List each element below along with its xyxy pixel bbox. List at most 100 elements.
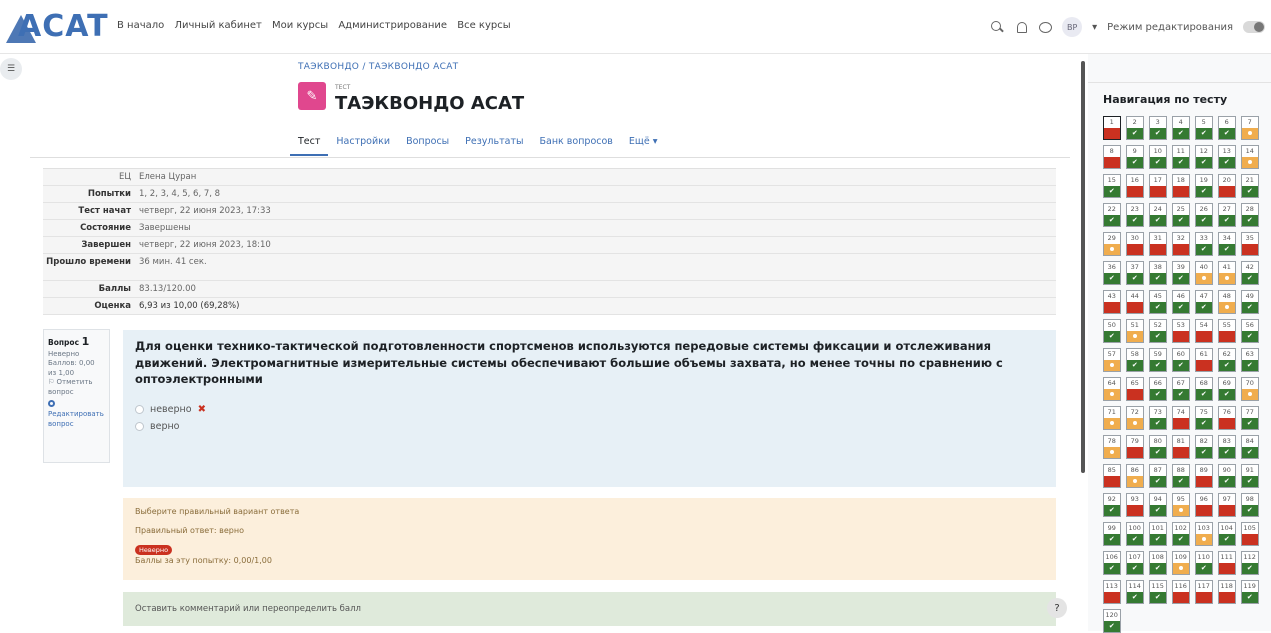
question-nav-button[interactable]: 24 ✔ <box>1149 203 1167 227</box>
question-nav-button[interactable]: 82 ✔ <box>1195 435 1213 459</box>
question-nav-button[interactable]: 48 <box>1218 290 1236 314</box>
question-nav-button[interactable]: 35 <box>1241 232 1259 256</box>
question-nav-button[interactable]: 49 ✔ <box>1241 290 1259 314</box>
question-nav-button[interactable]: 46 ✔ <box>1172 290 1190 314</box>
question-nav-button[interactable]: 97 <box>1218 493 1236 517</box>
menu-item-admin[interactable]: Администрирование <box>338 20 447 31</box>
question-nav-button[interactable]: 117 <box>1195 580 1213 604</box>
question-nav-button[interactable]: 10 ✔ <box>1149 145 1167 169</box>
question-nav-button[interactable]: 61 <box>1195 348 1213 372</box>
scrollbar[interactable] <box>1081 61 1085 473</box>
tab-quiz[interactable]: Тест <box>290 130 329 156</box>
question-nav-button[interactable]: 71 <box>1103 406 1121 430</box>
tab-more[interactable]: Ещё ▾ <box>621 130 666 156</box>
question-nav-button[interactable]: 37 ✔ <box>1126 261 1144 285</box>
flag-question-link[interactable]: ⚐ Отметить вопрос <box>48 378 105 397</box>
question-nav-button[interactable]: 114 ✔ <box>1126 580 1144 604</box>
question-nav-button[interactable]: 104 ✔ <box>1218 522 1236 546</box>
question-nav-button[interactable]: 6 ✔ <box>1218 116 1236 140</box>
question-nav-button[interactable]: 103 <box>1195 522 1213 546</box>
question-nav-button[interactable]: 84 ✔ <box>1241 435 1259 459</box>
gear-icon[interactable] <box>48 400 55 408</box>
question-nav-button[interactable]: 22 ✔ <box>1103 203 1121 227</box>
question-nav-button[interactable]: 74 <box>1172 406 1190 430</box>
question-nav-button[interactable]: 50 ✔ <box>1103 319 1121 343</box>
question-nav-button[interactable]: 40 <box>1195 261 1213 285</box>
question-nav-button[interactable]: 5 ✔ <box>1195 116 1213 140</box>
question-nav-button[interactable]: 14 <box>1241 145 1259 169</box>
question-nav-button[interactable]: 53 <box>1172 319 1190 343</box>
question-nav-button[interactable]: 25 ✔ <box>1172 203 1190 227</box>
question-nav-button[interactable]: 106 ✔ <box>1103 551 1121 575</box>
tab-questions[interactable]: Вопросы <box>398 130 457 156</box>
question-nav-button[interactable]: 66 ✔ <box>1149 377 1167 401</box>
tab-question-bank[interactable]: Банк вопросов <box>531 130 620 156</box>
radio-button[interactable] <box>135 405 144 415</box>
question-nav-button[interactable]: 30 <box>1126 232 1144 256</box>
question-nav-button[interactable]: 94 ✔ <box>1149 493 1167 517</box>
comment-link[interactable]: Оставить комментарий или переопределить … <box>123 592 1056 626</box>
question-nav-button[interactable]: 119 ✔ <box>1241 580 1259 604</box>
question-nav-button[interactable]: 21 ✔ <box>1241 174 1259 198</box>
question-nav-button[interactable]: 3 ✔ <box>1149 116 1167 140</box>
question-nav-button[interactable]: 116 <box>1172 580 1190 604</box>
drawer-toggle-icon[interactable]: ☰ <box>0 58 22 80</box>
question-nav-button[interactable]: 4 ✔ <box>1172 116 1190 140</box>
question-nav-button[interactable]: 67 ✔ <box>1172 377 1190 401</box>
question-nav-button[interactable]: 39 ✔ <box>1172 261 1190 285</box>
breadcrumb[interactable]: ТАЭКВОНДО / ТАЭКВОНДО АСАТ <box>298 62 458 72</box>
chevron-down-icon[interactable]: ▾ <box>1092 22 1097 33</box>
tab-settings[interactable]: Настройки <box>328 130 398 156</box>
question-nav-button[interactable]: 34 ✔ <box>1218 232 1236 256</box>
search-icon[interactable] <box>990 20 1004 34</box>
question-nav-button[interactable]: 15 ✔ <box>1103 174 1121 198</box>
question-nav-button[interactable]: 20 <box>1218 174 1236 198</box>
attempts-links[interactable]: 1, 2, 3, 4, 5, 6, 7, 8 <box>135 186 1056 202</box>
question-nav-button[interactable]: 23 ✔ <box>1126 203 1144 227</box>
question-nav-button[interactable]: 80 ✔ <box>1149 435 1167 459</box>
tab-results[interactable]: Результаты <box>457 130 531 156</box>
question-nav-button[interactable]: 33 ✔ <box>1195 232 1213 256</box>
question-nav-button[interactable]: 62 ✔ <box>1218 348 1236 372</box>
question-nav-button[interactable]: 96 <box>1195 493 1213 517</box>
help-icon[interactable]: ? <box>1047 598 1067 618</box>
question-nav-button[interactable]: 76 <box>1218 406 1236 430</box>
edit-question-link[interactable]: Редактировать вопрос <box>48 410 105 429</box>
question-nav-button[interactable]: 77 ✔ <box>1241 406 1259 430</box>
question-nav-button[interactable]: 11 ✔ <box>1172 145 1190 169</box>
question-nav-button[interactable]: 51 <box>1126 319 1144 343</box>
question-nav-button[interactable]: 42 ✔ <box>1241 261 1259 285</box>
question-nav-button[interactable]: 92 ✔ <box>1103 493 1121 517</box>
question-nav-button[interactable]: 13 ✔ <box>1218 145 1236 169</box>
question-nav-button[interactable]: 17 <box>1149 174 1167 198</box>
question-nav-button[interactable]: 81 <box>1172 435 1190 459</box>
question-nav-button[interactable]: 58 ✔ <box>1126 348 1144 372</box>
question-nav-button[interactable]: 108 ✔ <box>1149 551 1167 575</box>
question-nav-button[interactable]: 110 ✔ <box>1195 551 1213 575</box>
question-nav-button[interactable]: 52 ✔ <box>1149 319 1167 343</box>
question-nav-button[interactable]: 93 <box>1126 493 1144 517</box>
radio-button[interactable] <box>135 422 144 432</box>
question-nav-button[interactable]: 41 <box>1218 261 1236 285</box>
question-nav-button[interactable]: 38 ✔ <box>1149 261 1167 285</box>
question-nav-button[interactable]: 63 ✔ <box>1241 348 1259 372</box>
question-nav-button[interactable]: 86 <box>1126 464 1144 488</box>
question-nav-button[interactable]: 8 <box>1103 145 1121 169</box>
question-nav-button[interactable]: 89 <box>1195 464 1213 488</box>
question-nav-button[interactable]: 68 ✔ <box>1195 377 1213 401</box>
question-nav-button[interactable]: 69 ✔ <box>1218 377 1236 401</box>
question-nav-button[interactable]: 98 ✔ <box>1241 493 1259 517</box>
question-nav-button[interactable]: 90 ✔ <box>1218 464 1236 488</box>
question-nav-button[interactable]: 27 ✔ <box>1218 203 1236 227</box>
question-nav-button[interactable]: 26 ✔ <box>1195 203 1213 227</box>
question-nav-button[interactable]: 99 ✔ <box>1103 522 1121 546</box>
question-nav-button[interactable]: 29 <box>1103 232 1121 256</box>
question-nav-button[interactable]: 78 <box>1103 435 1121 459</box>
question-nav-button[interactable]: 60 ✔ <box>1172 348 1190 372</box>
question-nav-button[interactable]: 73 ✔ <box>1149 406 1167 430</box>
user-name-link[interactable]: Елена Цуран <box>135 169 1056 185</box>
question-nav-button[interactable]: 18 <box>1172 174 1190 198</box>
question-nav-button[interactable]: 102 ✔ <box>1172 522 1190 546</box>
question-nav-button[interactable]: 111 <box>1218 551 1236 575</box>
question-nav-button[interactable]: 45 ✔ <box>1149 290 1167 314</box>
